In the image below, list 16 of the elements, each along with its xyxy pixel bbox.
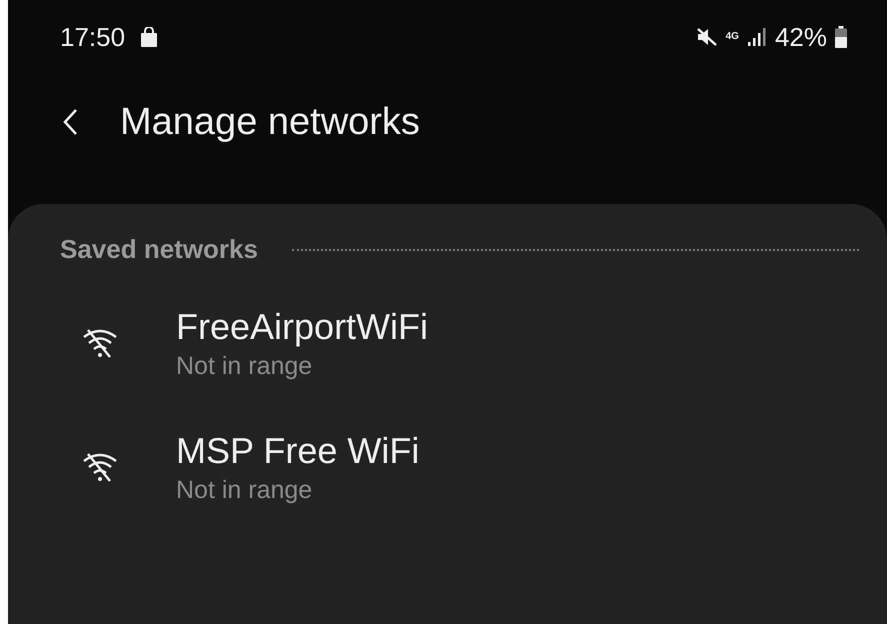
mute-icon bbox=[696, 27, 718, 47]
wifi-off-icon bbox=[82, 327, 118, 359]
page-title: Manage networks bbox=[120, 100, 420, 144]
status-time: 17:50 bbox=[60, 22, 126, 52]
network-name: FreeAirportWiFi bbox=[176, 306, 428, 348]
network-status: Not in range bbox=[176, 476, 314, 504]
battery-percent: 42% bbox=[774, 22, 827, 52]
network-status: Not in range bbox=[176, 352, 314, 380]
network-name: MSP Free WiFi bbox=[176, 430, 420, 472]
signal-bars-icon bbox=[746, 27, 767, 47]
back-button[interactable] bbox=[62, 108, 78, 136]
shopping-bag-icon bbox=[141, 27, 158, 47]
wifi-off-icon bbox=[82, 451, 118, 483]
network-type: 4G bbox=[726, 32, 739, 42]
section-title: Saved networks bbox=[60, 234, 258, 265]
battery-icon bbox=[835, 26, 847, 48]
